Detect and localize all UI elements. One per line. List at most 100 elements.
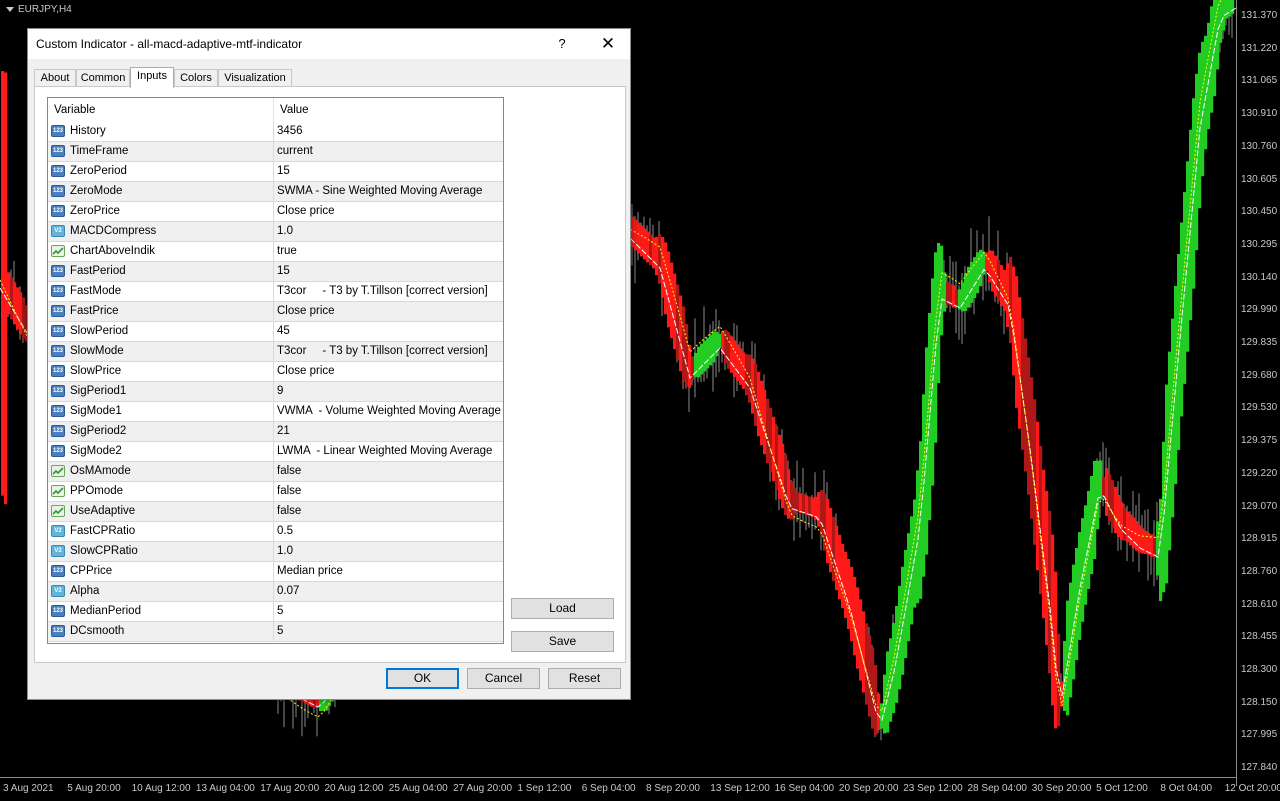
value-cell[interactable]: 3456 <box>277 122 303 141</box>
value-cell[interactable]: false <box>277 502 301 521</box>
variable-cell[interactable]: 123 ZeroMode <box>48 182 274 201</box>
value-cell[interactable]: Close price <box>277 362 335 381</box>
variable-cell[interactable]: 123 ZeroPrice <box>48 202 274 221</box>
value-cell[interactable]: Close price <box>277 302 335 321</box>
tab-inputs[interactable]: Inputs <box>130 67 174 88</box>
table-row[interactable]: 123 TimeFrame current <box>48 142 503 162</box>
variable-cell[interactable]: 123 CPPrice <box>48 562 274 581</box>
variable-cell[interactable]: ChartAboveIndik <box>48 242 274 261</box>
value-cell[interactable]: LWMA - Linear Weighted Moving Average <box>277 442 492 461</box>
table-row[interactable]: 123 ZeroPrice Close price <box>48 202 503 222</box>
value-cell[interactable]: false <box>277 462 301 481</box>
table-row[interactable]: 123 DCsmooth 5 <box>48 622 503 642</box>
ok-button[interactable]: OK <box>386 668 459 689</box>
variable-cell[interactable]: 123 TimeFrame <box>48 142 274 161</box>
value-cell[interactable]: current <box>277 142 313 161</box>
table-row[interactable]: 123 ZeroMode SWMA - Sine Weighted Moving A… <box>48 182 503 202</box>
table-row[interactable]: V2 SlowCPRatio 1.0 <box>48 542 503 562</box>
value-cell[interactable]: 9 <box>277 382 283 401</box>
variable-cell[interactable]: V2 MACDCompress <box>48 222 274 241</box>
variable-cell[interactable]: 123 SigMode1 <box>48 402 274 421</box>
table-row[interactable]: ChartAboveIndik true <box>48 242 503 262</box>
variable-cell[interactable]: 123 SigMode2 <box>48 442 274 461</box>
table-row[interactable]: 123 SlowPrice Close price <box>48 362 503 382</box>
table-row[interactable]: 123 SigMode1 VWMA - Volume Weighted Moving… <box>48 402 503 422</box>
ribbon-bar <box>817 492 821 527</box>
variable-cell[interactable]: 123 FastPeriod <box>48 262 274 281</box>
column-header-variable[interactable]: Variable <box>48 98 274 122</box>
variable-cell[interactable]: V2 Alpha <box>48 582 274 601</box>
value-cell[interactable]: true <box>277 242 297 261</box>
value-cell[interactable]: Median price <box>277 562 343 581</box>
variable-cell[interactable]: UseAdaptive <box>48 502 274 521</box>
value-cell[interactable]: false <box>277 482 301 501</box>
column-header-value[interactable]: Value <box>274 98 503 122</box>
table-row[interactable]: 123 CPPrice Median price <box>48 562 503 582</box>
variable-cell[interactable]: V2 FastCPRatio <box>48 522 274 541</box>
table-row[interactable]: 123 FastPrice Close price <box>48 302 503 322</box>
table-row[interactable]: V2 FastCPRatio 0.5 <box>48 522 503 542</box>
value-cell[interactable]: 21 <box>277 422 290 441</box>
variable-cell[interactable]: 123 SlowPeriod <box>48 322 274 341</box>
time-axis[interactable]: 3 Aug 2021 5 Aug 20:00 10 Aug 12:00 13 Aug … <box>0 777 1280 801</box>
variable-cell[interactable]: OsMAmode <box>48 462 274 481</box>
table-row[interactable]: 123 SigPeriod2 21 <box>48 422 503 442</box>
ribbon-bar <box>784 454 788 516</box>
table-row[interactable]: V2 MACDCompress 1.0 <box>48 222 503 242</box>
tab-visualization[interactable]: Visualization <box>218 69 292 87</box>
table-row[interactable]: PPOmode false <box>48 482 503 502</box>
save-button[interactable]: Save <box>511 631 614 652</box>
value-cell[interactable]: Close price <box>277 202 335 221</box>
value-cell[interactable]: 15 <box>277 162 290 181</box>
value-cell[interactable]: 1.0 <box>277 542 293 561</box>
tab-common[interactable]: Common <box>76 69 130 87</box>
table-row[interactable]: 123 SigMode2 LWMA - Linear Weighted Moving… <box>48 442 503 462</box>
value-cell[interactable]: 5 <box>277 622 283 641</box>
variable-cell[interactable]: 123 SlowMode <box>48 342 274 361</box>
value-cell[interactable]: VWMA - Volume Weighted Moving Average <box>277 402 501 421</box>
reset-button[interactable]: Reset <box>548 668 621 689</box>
ribbon-bar <box>736 344 740 381</box>
table-row[interactable]: 123 History 3456 <box>48 122 503 142</box>
close-button[interactable]: ✕ <box>594 33 622 55</box>
cancel-button[interactable]: Cancel <box>467 668 540 689</box>
help-button[interactable]: ? <box>548 33 576 55</box>
variable-cell[interactable]: PPOmode <box>48 482 274 501</box>
price-axis[interactable]: 131.370 131.220 131.065 130.910 130.760 130.6… <box>1236 0 1280 786</box>
table-row[interactable]: 123 ZeroPeriod 15 <box>48 162 503 182</box>
table-row[interactable]: UseAdaptive false <box>48 502 503 522</box>
table-row[interactable]: 123 SlowPeriod 45 <box>48 322 503 342</box>
variable-cell[interactable]: 123 DCsmooth <box>48 622 274 641</box>
variable-cell[interactable]: 123 SigPeriod2 <box>48 422 274 441</box>
value-cell[interactable]: 0.07 <box>277 582 299 601</box>
table-row[interactable]: 123 SigPeriod1 9 <box>48 382 503 402</box>
tab-about[interactable]: About <box>34 69 76 87</box>
variable-cell[interactable]: 123 MedianPeriod <box>48 602 274 621</box>
value-cell[interactable]: 15 <box>277 262 290 281</box>
variable-cell[interactable]: 123 FastPrice <box>48 302 274 321</box>
variable-cell[interactable]: 123 ZeroPeriod <box>48 162 274 181</box>
value-cell[interactable]: T3cor - T3 by T.Tillson [correct version… <box>277 282 488 301</box>
tab-colors[interactable]: Colors <box>174 69 218 87</box>
variable-cell[interactable]: 123 SigPeriod1 <box>48 382 274 401</box>
value-cell[interactable]: T3cor - T3 by T.Tillson [correct version… <box>277 342 488 361</box>
variable-cell[interactable]: 123 SlowPrice <box>48 362 274 381</box>
value-cell[interactable]: SWMA - Sine Weighted Moving Average <box>277 182 482 201</box>
load-button[interactable]: Load <box>511 598 614 619</box>
variable-cell[interactable]: 123 History <box>48 122 274 141</box>
table-row[interactable]: 123 MedianPeriod 5 <box>48 602 503 622</box>
table-row[interactable]: V2 Alpha 0.07 <box>48 582 503 602</box>
table-row[interactable]: 123 FastMode T3cor - T3 by T.Tillson [corr… <box>48 282 503 302</box>
value-cell[interactable]: 45 <box>277 322 290 341</box>
value-cell[interactable]: 0.5 <box>277 522 293 541</box>
dialog-titlebar[interactable]: Custom Indicator - all-macd-adaptive-mtf… <box>28 29 630 59</box>
table-row[interactable]: 123 FastPeriod 15 <box>48 262 503 282</box>
integer-type-icon: 123 <box>51 125 65 137</box>
variable-cell[interactable]: V2 SlowCPRatio <box>48 542 274 561</box>
table-row[interactable]: 123 SlowMode T3cor - T3 by T.Tillson [corr… <box>48 342 503 362</box>
variable-cell[interactable]: 123 FastMode <box>48 282 274 301</box>
table-row[interactable]: OsMAmode false <box>48 462 503 482</box>
symbol-label[interactable]: EURJPY,H4 <box>6 4 72 15</box>
value-cell[interactable]: 5 <box>277 602 283 621</box>
value-cell[interactable]: 1.0 <box>277 222 293 241</box>
